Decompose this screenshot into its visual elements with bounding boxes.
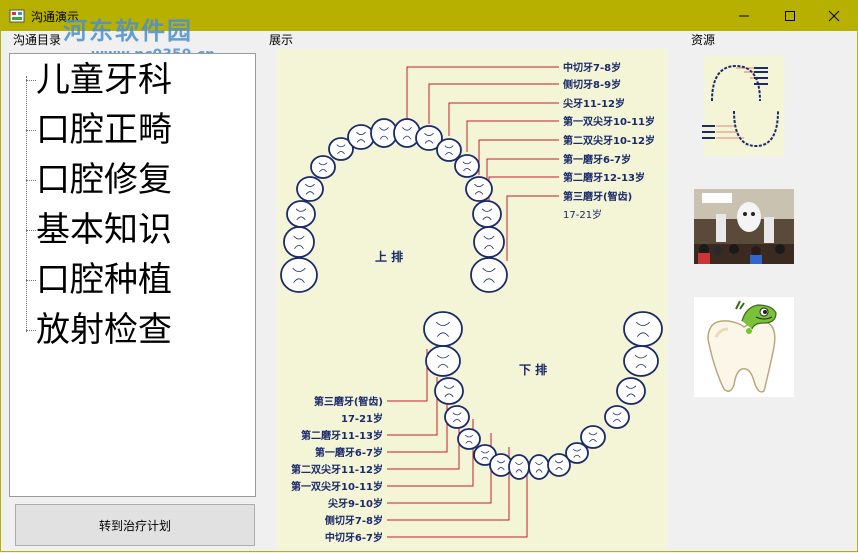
upper-label: 第一双尖牙10-11岁 bbox=[563, 115, 655, 128]
lower-tooth-15 bbox=[623, 345, 659, 377]
upper-arch bbox=[280, 118, 508, 293]
upper-leader-line bbox=[486, 158, 559, 200]
upper-tooth-12 bbox=[454, 154, 480, 178]
tooth-eruption-chart: 上 排 下 排 中切牙7-8岁侧切牙8-9岁尖牙11-12岁第一双尖牙10-11… bbox=[280, 61, 663, 544]
upper-leader-line bbox=[478, 139, 559, 175]
resource-thumbnail-cartoon[interactable] bbox=[694, 297, 794, 397]
tree-tick bbox=[26, 180, 36, 181]
upper-arch-title: 上 排 bbox=[375, 249, 403, 264]
tree-item-basic-knowledge[interactable]: 基本知识 bbox=[36, 210, 172, 250]
upper-label: 侧切牙8-9岁 bbox=[563, 78, 621, 91]
lower-label: 第二双尖牙11-12岁 bbox=[291, 463, 383, 476]
main-window: 沟通演示 河东软件园 www.pc0359.cn 沟通目录 展示 资源 儿童牙科… bbox=[0, 0, 858, 552]
lower-tooth-4 bbox=[444, 405, 470, 429]
cartoon-tooth-image bbox=[694, 297, 794, 397]
lower-label: 第一双尖牙10-11岁 bbox=[291, 480, 383, 493]
watermark-text: 河东软件园 bbox=[63, 17, 193, 45]
lower-tooth-16 bbox=[623, 311, 663, 347]
directory-tree[interactable]: 儿童牙科 口腔正畸 口腔修复 基本知识 口腔种植 放射检查 bbox=[9, 53, 256, 497]
maximize-button[interactable] bbox=[767, 1, 813, 31]
upper-tooth-1 bbox=[280, 257, 318, 293]
lower-label: 第三磨牙(智齿) bbox=[314, 395, 383, 408]
upper-tooth-16 bbox=[470, 257, 508, 293]
tree-tick bbox=[26, 80, 36, 81]
tooth-chart-thumbnail bbox=[702, 56, 784, 156]
upper-tooth-4 bbox=[296, 176, 324, 202]
lower-label: 第一磨牙6-7岁 bbox=[315, 446, 383, 459]
lower-arch-title: 下 排 bbox=[519, 362, 547, 377]
lower-tooth-5 bbox=[457, 428, 481, 450]
lower-leader-line bbox=[387, 377, 438, 436]
goto-treatment-plan-button[interactable]: 转到治疗计划 bbox=[15, 504, 255, 546]
upper-tooth-7 bbox=[347, 124, 375, 150]
app-icon bbox=[9, 9, 25, 23]
upper-label: 17-21岁 bbox=[563, 208, 602, 221]
lower-label: 侧切牙7-8岁 bbox=[325, 514, 383, 527]
tree-item-radiology[interactable]: 放射检查 bbox=[36, 310, 172, 350]
lower-tooth-2 bbox=[425, 345, 461, 377]
upper-labels: 中切牙7-8岁侧切牙8-9岁尖牙11-12岁第一双尖牙10-11岁第二双尖牙10… bbox=[563, 61, 655, 221]
lower-label: 中切牙6-7岁 bbox=[325, 531, 383, 544]
event-photo-image bbox=[694, 189, 794, 264]
lower-tooth-9 bbox=[528, 454, 550, 480]
upper-tooth-15 bbox=[473, 226, 505, 258]
lower-arch bbox=[423, 311, 663, 480]
tree-tick bbox=[26, 230, 36, 231]
resource-thumbnail-chart[interactable] bbox=[694, 56, 794, 156]
upper-label: 尖牙11-12岁 bbox=[563, 97, 625, 110]
lower-tooth-13 bbox=[604, 405, 630, 429]
tree-item-pediatric-dentistry[interactable]: 儿童牙科 bbox=[36, 60, 172, 100]
upper-tooth-14 bbox=[472, 200, 502, 228]
upper-tooth-5 bbox=[310, 155, 336, 179]
lower-labels: 第三磨牙(智齿) 17-21岁第二磨牙11-13岁第一磨牙6-7岁第二双尖牙11-… bbox=[291, 395, 383, 544]
close-icon bbox=[828, 10, 840, 22]
tree-connector bbox=[26, 76, 27, 332]
minimize-icon bbox=[739, 15, 749, 17]
upper-tooth-2 bbox=[283, 226, 315, 258]
lower-tooth-8 bbox=[508, 454, 530, 480]
upper-tooth-3 bbox=[286, 200, 316, 228]
lower-label: 第二磨牙11-13岁 bbox=[301, 429, 383, 442]
upper-leader-line bbox=[406, 66, 559, 119]
upper-label: 第一磨牙6-7岁 bbox=[563, 153, 631, 166]
upper-label: 第三磨牙(智齿) bbox=[563, 190, 632, 203]
upper-leader-line bbox=[448, 102, 559, 136]
tree-item-prosthodontics[interactable]: 口腔修复 bbox=[36, 160, 172, 200]
maximize-icon bbox=[785, 11, 795, 21]
resources-group-label: 资源 bbox=[691, 33, 716, 47]
minimize-button[interactable] bbox=[721, 1, 767, 31]
lower-tooth-12 bbox=[580, 425, 606, 449]
upper-label: 第二磨牙12-13岁 bbox=[563, 171, 645, 184]
upper-tooth-13 bbox=[465, 176, 493, 202]
tree-item-implants[interactable]: 口腔种植 bbox=[36, 260, 172, 300]
lower-leader-line bbox=[387, 349, 428, 402]
upper-tooth-11 bbox=[436, 138, 462, 162]
display-group-label: 展示 bbox=[269, 33, 294, 47]
tree-item-orthodontics[interactable]: 口腔正畸 bbox=[36, 110, 172, 150]
resource-thumbnail-photo[interactable] bbox=[694, 189, 794, 264]
tree-tick bbox=[26, 330, 36, 331]
lower-tooth-3 bbox=[434, 377, 464, 405]
close-button[interactable] bbox=[811, 1, 857, 31]
lower-label: 尖牙9-10岁 bbox=[328, 497, 383, 510]
lower-tooth-1 bbox=[423, 311, 463, 347]
tree-tick bbox=[26, 130, 36, 131]
title-bar[interactable]: 沟通演示 河东软件园 bbox=[1, 1, 857, 45]
lower-tooth-14 bbox=[616, 377, 646, 405]
directory-group-label: 沟通目录 bbox=[13, 33, 62, 47]
tree-tick bbox=[26, 280, 36, 281]
upper-leader-line bbox=[466, 120, 559, 152]
lower-label: 17-21岁 bbox=[341, 412, 383, 425]
upper-label: 第二双尖牙10-12岁 bbox=[563, 134, 655, 147]
display-panel: 上 排 下 排 中切牙7-8岁 侧切牙8-9岁 尖牙11-12岁第一双尖牙10-11… bbox=[277, 49, 667, 549]
upper-leader-line bbox=[506, 195, 559, 261]
upper-label: 中切牙7-8岁 bbox=[563, 61, 621, 74]
